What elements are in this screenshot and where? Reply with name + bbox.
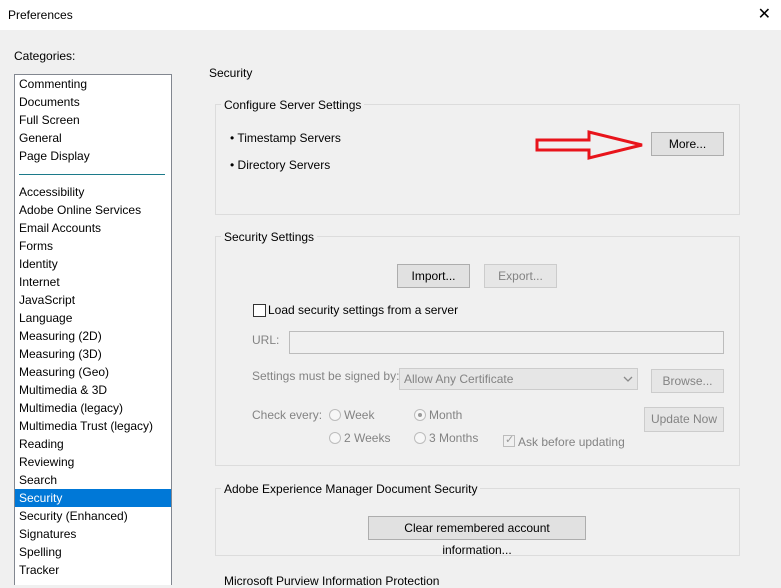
title-bar: Preferences ✕	[0, 0, 781, 30]
category-spelling[interactable]: Spelling	[15, 543, 171, 561]
category-reviewing[interactable]: Reviewing	[15, 453, 171, 471]
category-security-enhanced[interactable]: Security (Enhanced)	[15, 507, 171, 525]
category-general[interactable]: General	[15, 129, 171, 147]
timestamp-servers-item: • Timestamp Servers	[230, 131, 341, 145]
radio-3-months-label: 3 Months	[429, 431, 479, 445]
category-multimedia-trust-legacy[interactable]: Multimedia Trust (legacy)	[15, 417, 171, 435]
directory-servers-item: • Directory Servers	[230, 158, 331, 172]
radio-month-label: Month	[429, 408, 463, 422]
browse-button[interactable]: Browse...	[651, 369, 724, 393]
category-tracker[interactable]: Tracker	[15, 561, 171, 579]
categories-label: Categories:	[14, 49, 76, 63]
category-signatures[interactable]: Signatures	[15, 525, 171, 543]
category-multimedia-3d[interactable]: Multimedia & 3D	[15, 381, 171, 399]
page-title: Security	[209, 66, 253, 80]
category-documents[interactable]: Documents	[15, 93, 171, 111]
more-button[interactable]: More...	[651, 132, 724, 156]
category-accessibility[interactable]: Accessibility	[15, 183, 171, 201]
category-measuring-geo[interactable]: Measuring (Geo)	[15, 363, 171, 381]
clear-account-info-button[interactable]: Clear remembered account information...	[368, 516, 586, 557]
chevron-down-icon	[623, 376, 633, 382]
aem-title: Adobe Experience Manager Document Securi…	[221, 482, 481, 496]
category-page-display[interactable]: Page Display	[15, 147, 171, 165]
export-button[interactable]: Export...	[484, 264, 557, 288]
signed-by-label: Settings must be signed by:	[252, 369, 400, 383]
radio-week[interactable]	[329, 409, 341, 421]
category-divider	[19, 174, 165, 175]
signed-by-value: Allow Any Certificate	[404, 372, 514, 386]
import-button[interactable]: Import...	[397, 264, 470, 288]
load-from-server-label: Load security settings from a server	[268, 303, 459, 317]
category-email-accounts[interactable]: Email Accounts	[15, 219, 171, 237]
security-settings-title: Security Settings	[221, 230, 318, 244]
load-from-server-checkbox[interactable]	[253, 304, 266, 317]
category-security[interactable]: Security	[15, 489, 171, 507]
radio-month[interactable]	[414, 409, 426, 421]
categories-list[interactable]: Commenting Documents Full Screen General Pag…	[14, 74, 172, 585]
category-measuring-2d[interactable]: Measuring (2D)	[15, 327, 171, 345]
url-input[interactable]	[289, 331, 724, 354]
ask-before-updating-checkbox[interactable]: ✓	[503, 434, 515, 447]
close-icon[interactable]: ✕	[758, 4, 771, 23]
window-title: Preferences	[8, 8, 73, 22]
ask-before-updating-label: Ask before updating	[518, 435, 625, 449]
category-forms[interactable]: Forms	[15, 237, 171, 255]
category-identity[interactable]: Identity	[15, 255, 171, 273]
radio-2-weeks-label: 2 Weeks	[344, 431, 391, 445]
radio-week-label: Week	[344, 408, 375, 422]
category-adobe-online-services[interactable]: Adobe Online Services	[15, 201, 171, 219]
category-language[interactable]: Language	[15, 309, 171, 327]
category-multimedia-legacy[interactable]: Multimedia (legacy)	[15, 399, 171, 417]
category-measuring-3d[interactable]: Measuring (3D)	[15, 345, 171, 363]
category-reading[interactable]: Reading	[15, 435, 171, 453]
signed-by-select[interactable]: Allow Any Certificate	[399, 368, 638, 390]
category-internet[interactable]: Internet	[15, 273, 171, 291]
red-arrow-icon	[535, 130, 643, 160]
radio-3-months[interactable]	[414, 432, 426, 444]
category-search[interactable]: Search	[15, 471, 171, 489]
update-now-button[interactable]: Update Now	[644, 407, 724, 432]
check-every-label: Check every:	[252, 408, 323, 422]
server-settings-title: Configure Server Settings	[221, 98, 365, 112]
radio-2-weeks[interactable]	[329, 432, 341, 444]
category-javascript[interactable]: JavaScript	[15, 291, 171, 309]
url-label: URL:	[252, 333, 280, 347]
category-commenting[interactable]: Commenting	[15, 75, 171, 93]
purview-title: Microsoft Purview Information Protection	[221, 574, 443, 588]
category-full-screen[interactable]: Full Screen	[15, 111, 171, 129]
